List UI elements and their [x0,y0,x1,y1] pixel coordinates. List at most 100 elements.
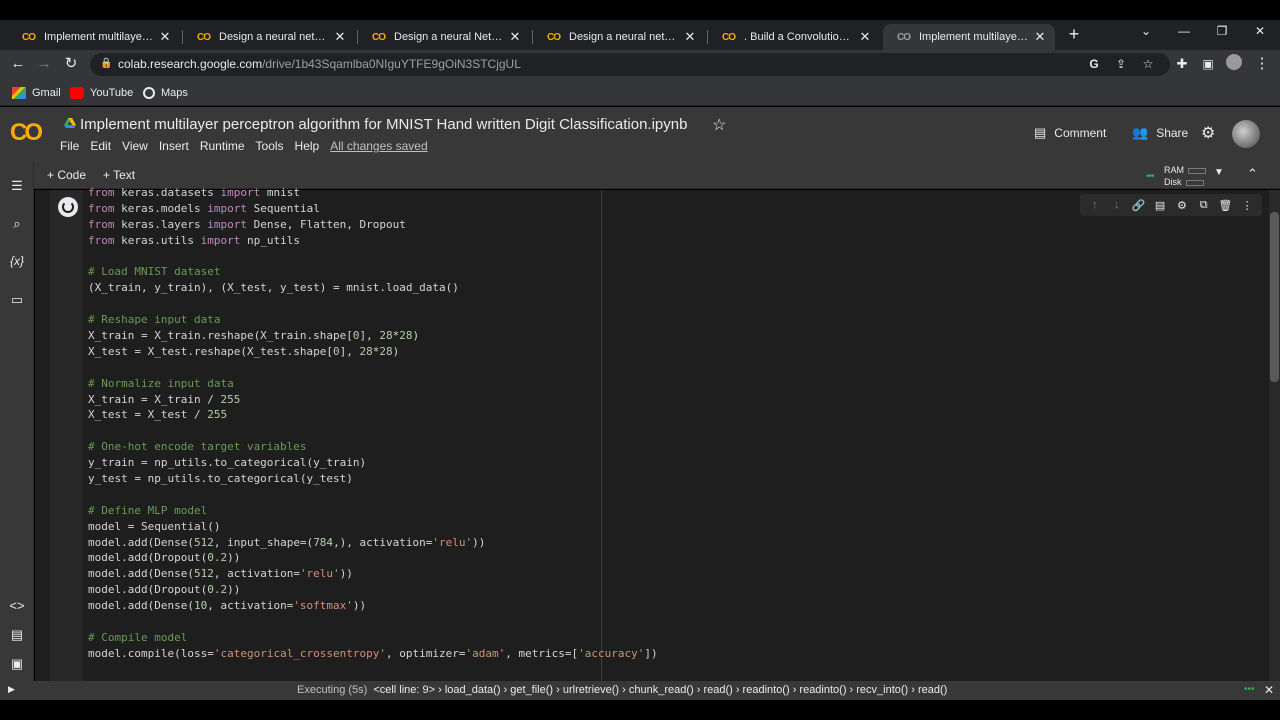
google-icon[interactable]: G [1086,57,1102,71]
delete-icon[interactable]: 🗑 [1217,199,1233,212]
code-line: from keras.utils import np_utils [88,233,658,249]
browser-tab[interactable]: CO Implement multilayer perce✕ [883,24,1055,50]
star-icon[interactable]: ☆ [712,115,726,135]
files-folder-icon[interactable]: ▭ [0,292,34,308]
move-down-icon[interactable]: ↓ [1109,199,1125,211]
status-close-icon[interactable]: ✕ [1264,683,1274,697]
code-token: Sequential [246,201,320,215]
code-token: keras.models [114,201,208,215]
tab-close-icon[interactable]: ✕ [158,29,172,45]
extensions-icon[interactable]: ✚ [1172,54,1192,74]
bookmark-maps[interactable]: Maps [143,85,188,101]
runtime-dropdown-icon[interactable]: ▼ [1214,167,1224,178]
settings-gear-icon[interactable]: ⚙ [1201,123,1215,143]
reload-icon[interactable]: ↻ [61,54,81,74]
code-token: keras.utils [114,233,201,247]
code-token: model = Sequential() [88,519,221,533]
profile-avatar-icon[interactable] [1224,54,1244,74]
tab-title: Design a neural network fo [219,31,333,43]
tab-search-icon[interactable]: ⌄ [1136,24,1156,38]
back-icon[interactable]: ← [8,54,28,74]
bookmark-star-icon[interactable]: ☆ [1140,57,1156,71]
code-token: model.add(Dense( [88,567,194,581]
mirror-cell-icon[interactable]: ⧉ [1196,199,1212,212]
tab-close-icon[interactable]: ✕ [333,29,347,45]
code-token: 512 [193,567,214,581]
notebook-title[interactable]: Implement multilayer perceptron algorith… [80,116,687,133]
code-line: y_train = np_utils.to_categorical(y_trai… [88,455,658,471]
comment-cell-icon[interactable]: ▤ [1152,199,1168,212]
terminal-icon[interactable]: ▣ [0,656,34,672]
variables-icon[interactable]: {x} [0,254,34,268]
code-line: # Normalize input data [88,376,658,392]
menu-file[interactable]: File [60,139,79,153]
forward-icon[interactable]: → [34,54,54,74]
tab-close-icon[interactable]: ✕ [683,29,697,45]
ram-disk-indicator[interactable]: RAM Disk [1164,164,1206,188]
tab-close-icon[interactable]: ✕ [1033,29,1047,45]
new-tab-button[interactable]: + [1064,24,1084,45]
side-panel-icon[interactable]: ▣ [1198,54,1218,74]
search-icon[interactable]: ⌕ [0,216,34,232]
code-token: from [88,201,115,215]
address-bar[interactable]: 🔒 colab.research.google.com/drive/1b43Sq… [90,53,1170,76]
code-token: 28 [379,344,393,358]
code-token: 255 [207,408,228,422]
command-palette-icon[interactable]: ▤ [0,627,34,643]
browser-tab[interactable]: CO Design a neural network fo✕ [183,24,355,50]
add-text-button[interactable]: + Text [103,168,135,182]
tab-title: Design a neural Network fo [394,31,508,43]
code-token: keras.layers [114,217,208,231]
table-of-contents-icon[interactable]: ☰ [0,178,34,194]
tab-close-icon[interactable]: ✕ [858,29,872,45]
user-avatar[interactable] [1232,120,1260,148]
maximize-icon[interactable]: ❐ [1212,24,1232,38]
code-token: # Reshape input data [88,313,221,327]
bookmark-gmail[interactable]: Gmail [12,85,61,101]
code-token: y_train = np_utils.to_categorical(y_trai… [88,456,367,470]
share-button[interactable]: 👥 Share [1132,125,1188,141]
code-line: X_test = X_test / 255 [88,407,658,423]
code-token: 28 [399,329,413,343]
link-icon[interactable]: 🔗 [1130,199,1146,212]
code-snippets-icon[interactable]: <> [0,598,34,613]
comment-button[interactable]: ▤ Comment [1034,125,1106,141]
bookmark-youtube[interactable]: YouTube [70,85,133,101]
share-page-icon[interactable]: ⇪ [1113,57,1129,71]
code-line: model.add(Dense(512, activation='relu')) [88,566,658,582]
move-up-icon[interactable]: ↑ [1087,199,1103,211]
browser-tab[interactable]: CO Implement multilayer perce✕ [8,24,180,50]
code-token: 'relu' [299,567,340,581]
browser-tab[interactable]: CO . Build a Convolution Neura✕ [708,24,880,50]
menu-tools[interactable]: Tools [256,139,284,153]
code-token: , metrics=[ [505,646,579,660]
code-line: model.add(Dense(512, input_shape=(784,),… [88,535,658,551]
run-cell-button[interactable] [58,197,78,217]
people-icon: 👥 [1132,125,1149,140]
menu-runtime[interactable]: Runtime [200,139,245,153]
browser-tab[interactable]: CO Design a neural network fo✕ [533,24,705,50]
add-code-button[interactable]: + Code [47,168,86,182]
minimize-icon[interactable]: — [1174,24,1194,38]
code-editor[interactable]: from keras.datasets import mnist from ker… [88,185,658,662]
code-token: 512 [193,535,214,549]
menu-insert[interactable]: Insert [159,139,189,153]
browser-tab[interactable]: CO Design a neural Network fo✕ [358,24,530,50]
tab-close-icon[interactable]: ✕ [508,29,522,45]
code-token: 784 [313,535,334,549]
save-status[interactable]: All changes saved [330,139,427,153]
menu-edit[interactable]: Edit [90,139,111,153]
more-options-icon[interactable]: ⋮ [1239,199,1255,212]
cell-settings-icon[interactable]: ⚙ [1174,199,1190,212]
menu-help[interactable]: Help [295,139,320,153]
code-line: # Define MLP model [88,503,658,519]
scrollbar-thumb[interactable] [1270,212,1279,382]
menu-view[interactable]: View [122,139,148,153]
collapse-header-icon[interactable]: ⌃ [1247,166,1258,182]
colab-logo[interactable]: CO [10,119,43,147]
close-window-icon[interactable]: ✕ [1250,24,1270,38]
status-expand-icon[interactable]: ▶ [8,684,15,695]
code-line: y_test = np_utils.to_categorical(y_test) [88,471,658,487]
runtime-status-icon: ••• [1146,171,1154,182]
browser-menu-icon[interactable]: ⋮ [1252,54,1272,74]
